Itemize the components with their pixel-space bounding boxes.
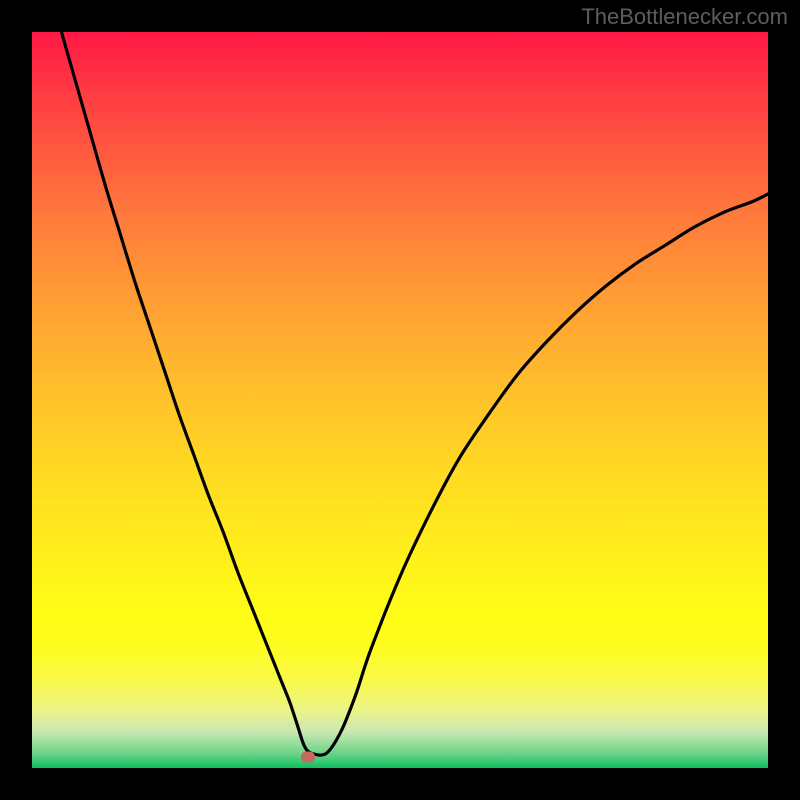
optimal-point-marker bbox=[301, 751, 315, 762]
chart-plot-area bbox=[32, 32, 768, 768]
attribution-text: TheBottlenecker.com bbox=[581, 4, 788, 30]
curve-svg bbox=[32, 32, 768, 768]
bottleneck-curve bbox=[61, 32, 768, 755]
